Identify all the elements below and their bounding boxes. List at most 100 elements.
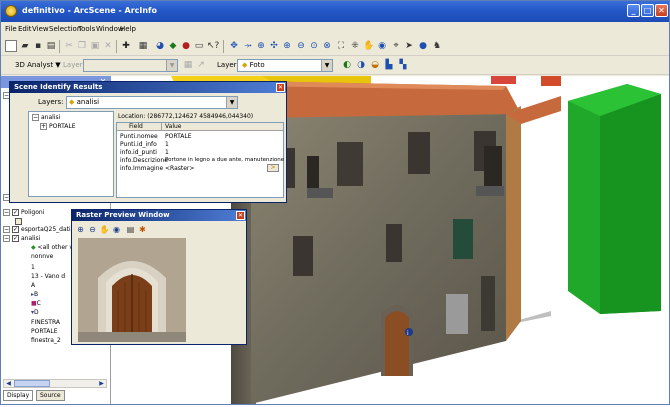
full-extent-globe-icon[interactable]: ◉: [376, 40, 388, 52]
layer-checkbox[interactable]: ✓: [12, 209, 19, 216]
paste-icon[interactable]: ▣: [89, 40, 101, 52]
tree-node-portale[interactable]: + PORTALE: [40, 123, 76, 130]
effects-icon[interactable]: ◐: [341, 59, 353, 71]
toc-value-finestra2: finestra_2: [31, 337, 61, 344]
window: [408, 132, 430, 174]
layer-transparency-icon[interactable]: ◑: [355, 59, 367, 71]
toc-horizontal-scrollbar[interactable]: ◀ ▶: [3, 379, 107, 388]
copy-icon[interactable]: ❐: [76, 40, 88, 52]
attribute-grid[interactable]: Field Value Punti.nomee PORTALE Punti.id…: [116, 122, 284, 198]
new-document-icon[interactable]: [5, 40, 17, 52]
layer-dropdown[interactable]: ◆ Foto ▼: [237, 59, 333, 72]
grid-row-field: info.Immagine: [120, 165, 164, 172]
identify-tree[interactable]: − analisi + PORTALE: [28, 111, 114, 197]
toc-row-poligoni[interactable]: − ✓ Poligoni: [3, 209, 44, 216]
scroll-thumb[interactable]: [14, 380, 50, 387]
arcscene-app-icon: [5, 5, 17, 17]
portal-door[interactable]: [385, 311, 409, 376]
find-binoculars-icon[interactable]: ♞: [431, 40, 443, 52]
save-icon[interactable]: ▪: [32, 40, 44, 52]
maximize-button[interactable]: □: [641, 4, 654, 17]
layers-dropdown[interactable]: ◆ analisi ▼: [66, 96, 238, 109]
3d-analyst-menu[interactable]: 3D Analyst ▼: [15, 61, 61, 69]
print-icon[interactable]: ▤: [45, 40, 57, 52]
hand-icon[interactable]: ✋: [363, 40, 375, 52]
menu-help[interactable]: Help: [120, 25, 136, 33]
select-arrow-icon[interactable]: ➤: [403, 40, 415, 52]
zoom-in-out-icon[interactable]: ⊕: [255, 40, 267, 52]
toc-value-d: ▾D: [31, 309, 39, 316]
collapse-icon[interactable]: −: [3, 209, 10, 216]
contour-icon[interactable]: ▦: [182, 59, 194, 71]
minimize-button[interactable]: _: [627, 4, 640, 17]
toc-value-header: nonnve: [31, 253, 54, 260]
zoom-to-target-icon[interactable]: ⊗: [321, 40, 333, 52]
column-field: Field: [129, 123, 143, 130]
identify-results-window: Scene Identify Results ✕ Layers: ◆ anali…: [9, 81, 287, 203]
identify-title: Scene Identify Results: [10, 82, 286, 93]
zoom-target-icon[interactable]: ⊙: [308, 40, 320, 52]
close-button[interactable]: ✕: [655, 4, 668, 17]
raster-preview-title: Raster Preview Window: [72, 210, 246, 221]
menu-bar: File Edit View Selection Tools Window He…: [1, 22, 669, 37]
layer-dropdown-value: Foto: [249, 61, 265, 69]
toc-row-esporta[interactable]: − ✓ esportaQ25_dati: [3, 226, 71, 233]
add-data-icon[interactable]: ✚: [120, 40, 132, 52]
whats-this-icon[interactable]: ↖?: [207, 40, 219, 52]
navigate-icon[interactable]: ✥: [228, 40, 240, 52]
pan-icon[interactable]: ✣: [268, 40, 280, 52]
collapse-icon[interactable]: −: [3, 235, 10, 242]
menu-tools[interactable]: Tools: [78, 25, 95, 33]
pan-hand-icon[interactable]: ✋: [99, 224, 110, 235]
delete-icon[interactable]: ✕: [102, 40, 114, 52]
copy-image-icon[interactable]: ▤: [125, 224, 136, 235]
cut-icon[interactable]: ✂: [63, 40, 75, 52]
narrow-fov-icon[interactable]: ⁜: [349, 40, 361, 52]
menu-edit[interactable]: Edit: [18, 25, 32, 33]
toc-value-c: ■C: [31, 300, 41, 307]
grid-row-value: PORTALE: [165, 133, 192, 140]
map-layer-icon[interactable]: ◆: [167, 40, 179, 52]
animation-icon[interactable]: ●: [180, 40, 192, 52]
scroll-right-icon[interactable]: ▶: [97, 380, 106, 387]
tab-display[interactable]: Display: [3, 390, 34, 401]
collapse-icon[interactable]: −: [3, 226, 10, 233]
draw-priority-icon[interactable]: ▚: [397, 59, 409, 71]
layer-checkbox[interactable]: ✓: [12, 226, 19, 233]
open-folder-icon[interactable]: ▰: [19, 40, 31, 52]
full-extent-icon[interactable]: ◉: [111, 224, 122, 235]
lighting-icon[interactable]: ◒: [369, 59, 381, 71]
fly-icon[interactable]: ⤞: [242, 40, 254, 52]
grid-header: Field Value: [117, 123, 283, 131]
grid-row-value: Portone in legno a due ante, manutenzion…: [165, 157, 285, 163]
properties-icon[interactable]: ✱: [137, 224, 148, 235]
identify-icon[interactable]: ●: [417, 40, 429, 52]
globe-icon[interactable]: ◕: [154, 40, 166, 52]
layer-folder-icon: ◆: [242, 61, 248, 69]
open-raster-button[interactable]: >: [267, 164, 279, 172]
scene-properties-icon[interactable]: ▦: [137, 40, 149, 52]
zoom-in-icon[interactable]: ⊕: [281, 40, 293, 52]
zoom-out-icon[interactable]: ⊖: [87, 224, 98, 235]
find-route-icon[interactable]: ⌖: [390, 40, 402, 52]
steepest-path-icon[interactable]: ↗: [195, 59, 207, 71]
tree-node-analisi[interactable]: − analisi: [32, 114, 60, 121]
menu-file[interactable]: File: [5, 25, 17, 33]
zoom-in-icon[interactable]: ⊕: [75, 224, 86, 235]
layer-checkbox[interactable]: ✓: [12, 235, 19, 242]
tab-source[interactable]: Source: [36, 390, 65, 401]
raster-image-frame: [78, 238, 186, 342]
layers-label: Layers:: [38, 98, 64, 106]
full-extent-icon[interactable]: ⛶: [335, 40, 347, 52]
face-culling-icon[interactable]: ▙: [383, 59, 395, 71]
menu-selection[interactable]: Selection: [49, 25, 81, 33]
scroll-left-icon[interactable]: ◀: [4, 380, 13, 387]
menu-view[interactable]: View: [32, 25, 49, 33]
identify-close-icon[interactable]: ✕: [276, 83, 285, 92]
toc-row-analisi[interactable]: − ✓ analisi: [3, 235, 40, 242]
window-icon[interactable]: ▭: [193, 40, 205, 52]
analyst-layer-dropdown[interactable]: ▼: [83, 59, 178, 72]
layer-folder-icon: ◆: [69, 98, 75, 106]
raster-preview-close-icon[interactable]: ✕: [236, 211, 245, 220]
zoom-out-icon[interactable]: ⊖: [295, 40, 307, 52]
